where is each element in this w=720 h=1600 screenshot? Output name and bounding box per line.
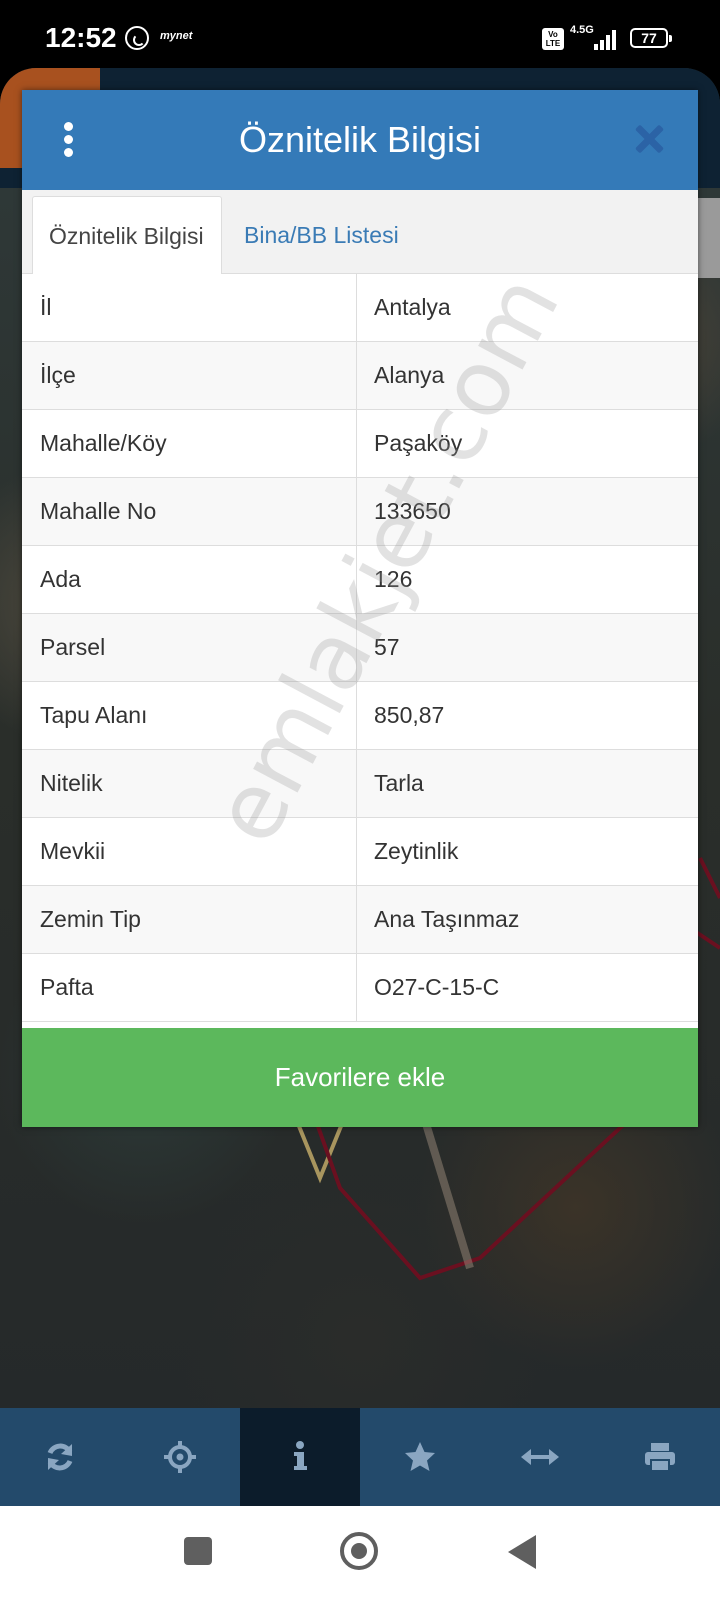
status-time: 12:52	[45, 22, 117, 53]
locate-button[interactable]	[120, 1408, 240, 1506]
recents-icon[interactable]	[184, 1537, 212, 1565]
close-icon[interactable]	[634, 124, 664, 154]
attribute-dialog: Öznitelik Bilgisi Öznitelik Bilgisi Bina…	[22, 90, 698, 1127]
more-options-icon[interactable]	[62, 122, 74, 158]
row-value: Paşaköy	[356, 410, 686, 477]
row-label: Tapu Alanı	[40, 702, 148, 728]
print-icon	[645, 1443, 675, 1472]
row-value: 57	[356, 614, 686, 681]
row-value: 126	[356, 546, 686, 613]
info-icon	[294, 1441, 307, 1470]
network-type: 4.5G	[570, 24, 594, 36]
row-value: Alanya	[356, 342, 686, 409]
row-label: İl	[40, 294, 52, 320]
back-icon[interactable]	[508, 1535, 536, 1569]
row-label: Mahalle/Köy	[40, 430, 167, 456]
map-toolbar	[0, 1408, 720, 1506]
row-label: Mahalle No	[40, 498, 157, 524]
table-row: Ada 126	[22, 546, 698, 614]
row-value: Zeytinlik	[356, 818, 686, 885]
status-bar: 12:52 mynet Vo LTE 4.5G 77	[0, 0, 720, 78]
row-value: 133650	[356, 478, 686, 545]
table-row: Mahalle No 133650	[22, 478, 698, 546]
table-row: Parsel 57	[22, 614, 698, 682]
row-label: Parsel	[40, 634, 106, 660]
refresh-button[interactable]	[0, 1408, 120, 1506]
row-label: Pafta	[40, 974, 94, 1000]
table-row: İlçe Alanya	[22, 342, 698, 410]
whatsapp-icon	[125, 26, 149, 50]
star-icon	[405, 1442, 435, 1471]
table-row: Mevkii Zeytinlik	[22, 818, 698, 886]
table-row: Pafta O27-C-15-C	[22, 954, 698, 1022]
favorites-button[interactable]	[360, 1408, 480, 1506]
tab-building-list[interactable]: Bina/BB Listesi	[228, 196, 415, 274]
dialog-header: Öznitelik Bilgisi	[22, 90, 698, 190]
info-button[interactable]	[240, 1408, 360, 1506]
row-label: Nitelik	[40, 770, 103, 796]
tab-bar: Öznitelik Bilgisi Bina/BB Listesi	[22, 190, 698, 274]
table-row: Nitelik Tarla	[22, 750, 698, 818]
locate-icon	[164, 1441, 196, 1473]
system-nav-bar	[0, 1506, 720, 1600]
row-value: Ana Taşınmaz	[356, 886, 686, 953]
row-label: İlçe	[40, 362, 76, 388]
row-label: Zemin Tip	[40, 906, 141, 932]
home-icon[interactable]	[340, 1532, 378, 1570]
add-favorite-button[interactable]: Favorilere ekle	[22, 1028, 698, 1127]
row-label: Ada	[40, 566, 81, 592]
table-row: Mahalle/Köy Paşaköy	[22, 410, 698, 478]
volte-icon: Vo LTE	[542, 28, 564, 50]
refresh-icon	[47, 1443, 73, 1471]
table-row: Tapu Alanı 850,87	[22, 682, 698, 750]
measure-icon	[521, 1449, 559, 1465]
row-value: Tarla	[356, 750, 686, 817]
attribute-table: İl Antalya İlçe Alanya Mahalle/Köy Paşaköy Mah…	[22, 274, 698, 1022]
signal-icon	[594, 28, 618, 50]
measure-button[interactable]	[480, 1408, 600, 1506]
row-value: Antalya	[356, 274, 686, 341]
table-row: Zemin Tip Ana Taşınmaz	[22, 886, 698, 954]
dialog-title: Öznitelik Bilgisi	[238, 119, 482, 160]
battery-icon: 77	[630, 28, 672, 48]
row-value: 850,87	[356, 682, 686, 749]
print-button[interactable]	[600, 1408, 720, 1506]
tab-attribute-info[interactable]: Öznitelik Bilgisi	[32, 196, 222, 274]
row-value: O27-C-15-C	[356, 954, 686, 1021]
carrier-label: mynet	[160, 30, 193, 42]
row-label: Mevkii	[40, 838, 106, 864]
table-row: İl Antalya	[22, 274, 698, 342]
